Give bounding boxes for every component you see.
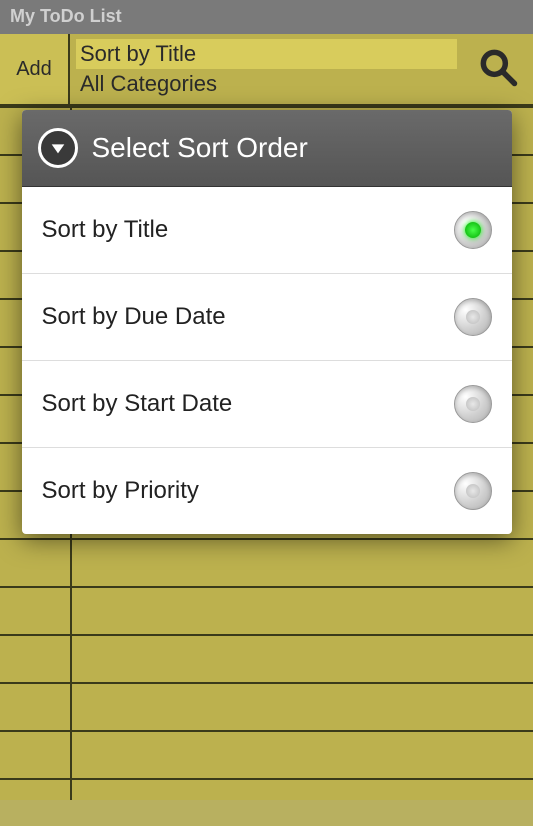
option-label: Sort by Start Date [42, 390, 233, 418]
dropdown-icon [38, 128, 78, 168]
dialog-title: Select Sort Order [92, 132, 308, 164]
sort-option-start-date[interactable]: Sort by Start Date [22, 361, 512, 448]
radio-button[interactable] [454, 211, 492, 249]
sort-option-priority[interactable]: Sort by Priority [22, 448, 512, 534]
dialog-overlay[interactable]: Select Sort Order Sort by Title Sort by … [0, 0, 533, 800]
dialog-header: Select Sort Order [22, 110, 512, 187]
radio-button[interactable] [454, 472, 492, 510]
radio-button[interactable] [454, 298, 492, 336]
sort-option-due-date[interactable]: Sort by Due Date [22, 274, 512, 361]
radio-button[interactable] [454, 385, 492, 423]
option-label: Sort by Due Date [42, 303, 226, 331]
sort-option-title[interactable]: Sort by Title [22, 187, 512, 274]
sort-dialog: Select Sort Order Sort by Title Sort by … [22, 110, 512, 534]
option-label: Sort by Title [42, 216, 169, 244]
option-label: Sort by Priority [42, 477, 199, 505]
